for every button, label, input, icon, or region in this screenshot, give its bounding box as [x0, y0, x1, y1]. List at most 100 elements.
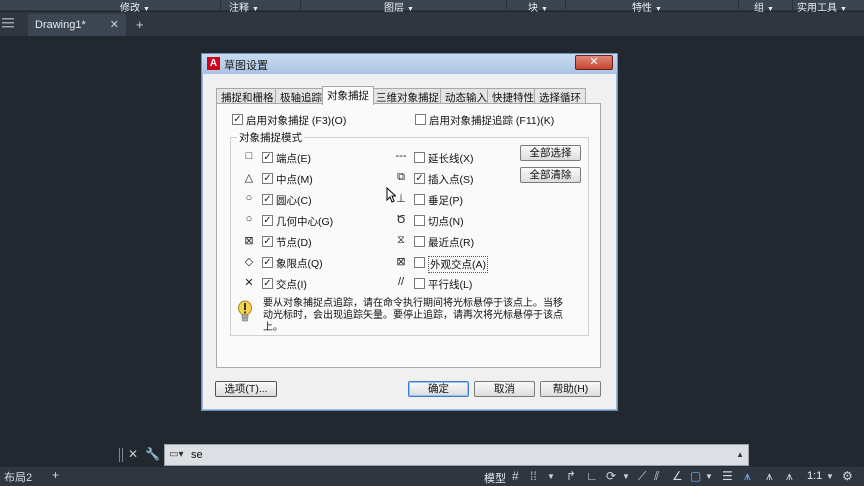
options-button[interactable]: 选项(T)...	[215, 381, 277, 397]
intersection-checkbox[interactable]: ✓	[262, 278, 273, 289]
chevron-down-icon[interactable]: ▼	[705, 472, 713, 481]
object-snap-icon[interactable]: ▢	[690, 469, 701, 483]
center-marker-icon: ○	[245, 192, 253, 204]
close-icon[interactable]: ✕	[128, 447, 138, 461]
ok-button[interactable]: 确定	[408, 381, 469, 397]
geometric-center-label: 几何中心(G)	[276, 216, 334, 228]
tab-snap-grid[interactable]: 捕捉和栅格	[216, 88, 279, 104]
divider	[506, 0, 507, 11]
menu-icon[interactable]	[2, 17, 16, 29]
center-checkbox[interactable]: ✓	[262, 194, 273, 205]
wrench-icon[interactable]: 🔧	[145, 447, 160, 461]
polar-tracking-icon[interactable]: ⟳	[606, 469, 616, 483]
parallel-checkbox[interactable]	[414, 278, 425, 289]
node-checkbox[interactable]: ✓	[262, 236, 273, 247]
snap-modes-group-label: 对象捕捉模式	[237, 130, 304, 145]
command-line-bar: ✕ 🔧 ▭▾ se ▲	[118, 444, 749, 466]
dynamic-ucs-icon[interactable]: ∠	[672, 469, 683, 483]
quadrant-marker-icon: ◇	[244, 256, 254, 268]
grid-icon[interactable]: #	[512, 469, 519, 483]
object-snap-panel: ✓ 启用对象捕捉 (F3)(O) 启用对象捕捉追踪 (F11)(K) 对象捕捉模…	[216, 103, 601, 368]
node-label: 节点(D)	[276, 237, 312, 249]
tab-quick-properties[interactable]: 快捷特性	[487, 88, 539, 104]
divider	[738, 0, 739, 11]
geometric-center-checkbox[interactable]: ✓	[262, 215, 273, 226]
command-input[interactable]: ▭▾ se ▲	[164, 444, 749, 466]
tab-polar-tracking[interactable]: 极轴追踪	[275, 88, 327, 104]
divider	[565, 0, 566, 11]
chevron-down-icon[interactable]: ▼	[826, 472, 834, 481]
drag-grip-icon[interactable]	[118, 447, 124, 463]
new-layout-plus-icon[interactable]: +	[52, 468, 59, 482]
enable-osnap-checkbox[interactable]: ✓	[232, 114, 243, 125]
tracking-tip-text: 要从对象捕捉点追踪，请在命令执行期间将光标悬停于该点上。当移动光标时，会出现追踪…	[263, 298, 563, 333]
tangent-checkbox[interactable]	[414, 215, 425, 226]
midpoint-checkbox[interactable]: ✓	[262, 173, 273, 184]
chevron-down-icon[interactable]: ▼	[547, 472, 555, 481]
infer-constraints-icon[interactable]: ↱	[566, 469, 576, 483]
extension-marker-icon: ---	[395, 150, 407, 162]
parallel-marker-icon: //	[397, 276, 405, 288]
apparent-intersection-checkbox[interactable]	[414, 257, 425, 268]
annotation-visibility-icon[interactable]: ⩚	[744, 469, 751, 484]
new-tab-plus-icon[interactable]: +	[136, 17, 144, 32]
apparent-intersection-marker-icon: ⊠	[396, 256, 406, 268]
extension-label: 延长线(X)	[428, 153, 474, 165]
node-marker-icon: ⊠	[244, 235, 254, 247]
mouse-cursor-icon	[386, 187, 396, 203]
endpoint-label: 端点(E)	[276, 153, 311, 165]
model-space-button[interactable]: 模型	[484, 470, 506, 486]
chevron-up-icon[interactable]: ▲	[736, 450, 744, 459]
help-button[interactable]: 帮助(H)	[540, 381, 601, 397]
osnap-tracking-icon[interactable]: ⫽	[654, 469, 659, 484]
tab-3d-object-snap[interactable]: 三维对象捕捉	[371, 88, 444, 104]
snap-mode-icon[interactable]: ⁞⁞	[530, 469, 537, 483]
divider	[792, 0, 793, 11]
lineweight-icon[interactable]: ☰	[722, 469, 733, 483]
close-icon[interactable]: ✕	[110, 18, 119, 31]
drafting-settings-dialog: A 草图设置 ✕ 捕捉和栅格 极轴追踪 对象捕捉 三维对象捕捉 动态输入 快捷特…	[201, 53, 618, 411]
ribbon-panel-bar: 修改 ▼ 注释 ▼ 图层 ▼ 块 ▼ 特性 ▼ 组 ▼ 实用工具 ▼	[0, 0, 864, 14]
annotation-scale-icon[interactable]: ⩚	[786, 469, 793, 484]
nearest-checkbox[interactable]	[414, 236, 425, 247]
command-text: se	[191, 449, 203, 461]
center-label: 圆心(C)	[276, 195, 312, 207]
cancel-button[interactable]: 取消	[474, 381, 535, 397]
tab-object-snap[interactable]: 对象捕捉	[322, 86, 374, 105]
geometric-center-marker-icon: ○	[245, 213, 253, 225]
annotation-scale-value[interactable]: 1:1	[807, 470, 822, 482]
enable-tracking-checkbox[interactable]	[415, 114, 426, 125]
tab-selection-cycling[interactable]: 选择循环	[534, 88, 586, 104]
ortho-icon[interactable]: ∟	[586, 469, 598, 483]
command-prompt-icon[interactable]: ▭▾	[169, 449, 183, 460]
intersection-marker-icon: ✕	[244, 277, 254, 289]
status-bar: 布局2 + 模型 # ⁞⁞ ▼ ↱ ∟ ⟳ ▼ ⟋ ⫽ ∠ ▢ ▼ ☰ ⩚ ⩚ …	[0, 466, 864, 486]
quadrant-checkbox[interactable]: ✓	[262, 257, 273, 268]
midpoint-label: 中点(M)	[276, 174, 313, 186]
close-button[interactable]: ✕	[575, 55, 613, 70]
clear-all-button[interactable]: 全部清除	[520, 167, 581, 183]
select-all-button[interactable]: 全部选择	[520, 145, 581, 161]
perpendicular-checkbox[interactable]	[414, 194, 425, 205]
perpendicular-label: 垂足(P)	[428, 195, 463, 207]
midpoint-marker-icon: △	[244, 172, 254, 184]
chevron-down-icon[interactable]: ▼	[622, 472, 630, 481]
enable-tracking-label: 启用对象捕捉追踪 (F11)(K)	[429, 115, 555, 127]
isodraft-icon[interactable]: ⟋	[638, 469, 646, 484]
gear-icon[interactable]: ⚙	[842, 469, 853, 483]
insertion-checkbox[interactable]: ✓	[414, 173, 425, 184]
tab-layout2[interactable]: 布局2	[4, 469, 32, 485]
autoscale-icon[interactable]: ⩚	[766, 469, 773, 484]
nearest-marker-icon: ⧖	[397, 234, 405, 246]
extension-checkbox[interactable]	[414, 152, 425, 163]
nearest-label: 最近点(R)	[428, 237, 475, 249]
autocad-app-icon: A	[207, 57, 220, 70]
tab-dynamic-input[interactable]: 动态输入	[440, 88, 492, 104]
intersection-label: 交点(I)	[276, 279, 307, 291]
endpoint-checkbox[interactable]: ✓	[262, 152, 273, 163]
tab-label: Drawing1*	[35, 19, 86, 31]
perpendicular-marker-icon: ⊥	[396, 193, 406, 205]
dialog-titlebar[interactable]: A 草图设置 ✕	[202, 54, 617, 74]
apparent-intersection-label: 外观交点(A)	[428, 256, 488, 273]
tab-drawing1[interactable]: Drawing1* ✕	[28, 14, 126, 36]
